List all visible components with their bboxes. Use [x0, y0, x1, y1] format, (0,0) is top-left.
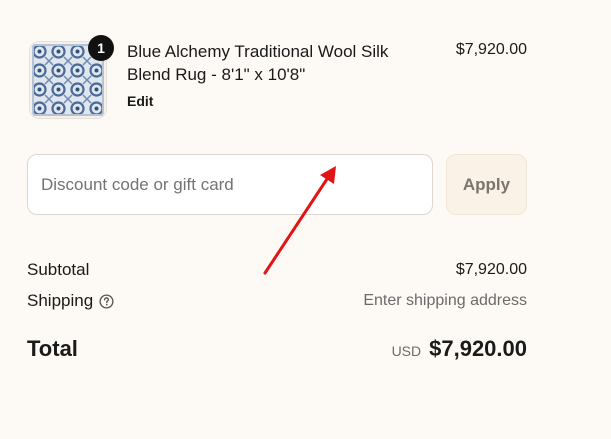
- subtotal-value: $7,920.00: [455, 261, 527, 278]
- product-price: $7,920.00: [455, 41, 527, 58]
- product-title: Blue Alchemy Traditional Wool Silk Blend…: [127, 42, 389, 84]
- total-label: Total: [27, 336, 78, 361]
- quantity-badge: 1: [88, 35, 114, 61]
- edit-link[interactable]: Edit: [127, 93, 153, 109]
- shipping-row-label: Shipping: [27, 291, 114, 311]
- total-value-group: USD $7,920.00: [392, 336, 527, 362]
- subtotal-label: Subtotal: [27, 260, 90, 279]
- currency-code: USD: [391, 343, 422, 359]
- apply-button[interactable]: Apply: [446, 154, 527, 215]
- total-amount: $7,920.00: [429, 336, 527, 361]
- checkout-order-summary: 1 Blue Alchemy Traditional Wool Silk Ble…: [0, 0, 611, 439]
- shipping-value: Enter shipping address: [363, 292, 527, 309]
- shipping-label: Shipping: [27, 291, 94, 310]
- question-circle-icon[interactable]: [99, 293, 114, 309]
- product-thumbnail-wrapper: 1: [29, 35, 114, 119]
- discount-code-input[interactable]: [27, 154, 433, 215]
